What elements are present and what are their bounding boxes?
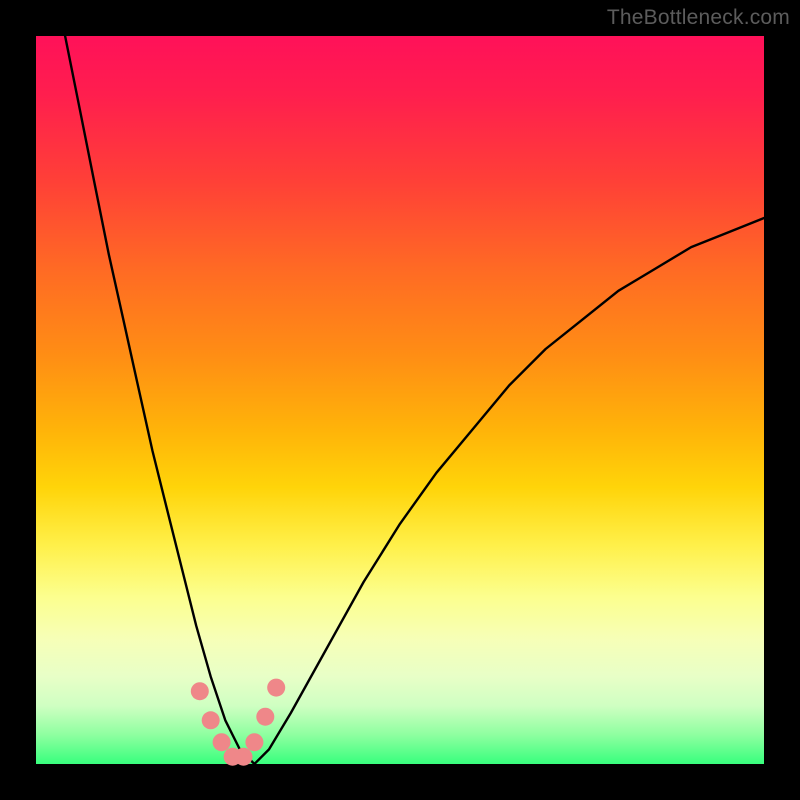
highlight-marker	[191, 682, 209, 700]
highlight-marker	[235, 748, 253, 766]
bottleneck-curve-path	[65, 36, 764, 764]
highlight-marker	[267, 679, 285, 697]
highlight-markers	[191, 679, 285, 766]
highlight-marker	[256, 708, 274, 726]
bottleneck-curve	[65, 36, 764, 764]
curve-layer	[36, 36, 764, 764]
plot-area	[36, 36, 764, 764]
highlight-marker	[213, 733, 231, 751]
chart-frame: TheBottleneck.com	[0, 0, 800, 800]
highlight-marker	[245, 733, 263, 751]
watermark-text: TheBottleneck.com	[607, 6, 790, 30]
highlight-marker	[202, 711, 220, 729]
